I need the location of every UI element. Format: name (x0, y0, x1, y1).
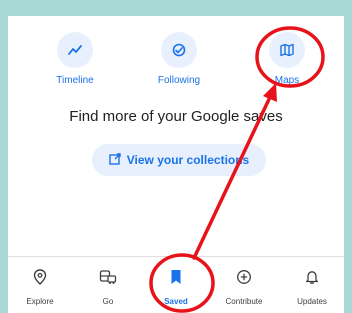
location-pin-icon (8, 263, 72, 291)
app-screen: Timeline Following Maps Find more of you… (8, 16, 344, 313)
nav-label-saved: Saved (164, 297, 188, 306)
following-label: Following (157, 75, 201, 86)
view-collections-button[interactable]: View your collections (92, 144, 266, 176)
add-circle-icon (212, 263, 276, 291)
maps-label: Maps (274, 75, 300, 86)
maps-shortcut[interactable]: Maps (247, 32, 327, 86)
nav-item-go[interactable]: Go (76, 263, 140, 306)
following-shortcut[interactable]: Following (139, 32, 219, 86)
bookmark-icon (144, 263, 208, 291)
timeline-icon (57, 32, 93, 68)
open-external-icon (109, 152, 121, 168)
nav-item-updates[interactable]: Updates (280, 263, 344, 306)
nav-label-contribute: Contribute (225, 297, 263, 306)
timeline-shortcut[interactable]: Timeline (35, 32, 115, 86)
timeline-label: Timeline (56, 75, 94, 86)
nav-label-explore: Explore (26, 297, 54, 306)
nav-item-saved[interactable]: Saved (144, 263, 208, 306)
bottom-navigation: Explore Go Saved Contribute Updates (8, 256, 344, 313)
saves-heading: Find more of your Google saves (69, 108, 283, 125)
view-collections-label: View your collections (126, 153, 250, 167)
nav-item-contribute[interactable]: Contribute (212, 263, 276, 306)
following-icon (161, 32, 197, 68)
nav-label-updates: Updates (297, 297, 327, 306)
maps-icon (269, 32, 305, 68)
saved-top-shortcuts: Timeline Following Maps (8, 16, 344, 96)
nav-label-go: Go (102, 297, 114, 306)
nav-item-explore[interactable]: Explore (8, 263, 72, 306)
bell-icon (280, 263, 344, 291)
commute-icon (76, 263, 140, 291)
